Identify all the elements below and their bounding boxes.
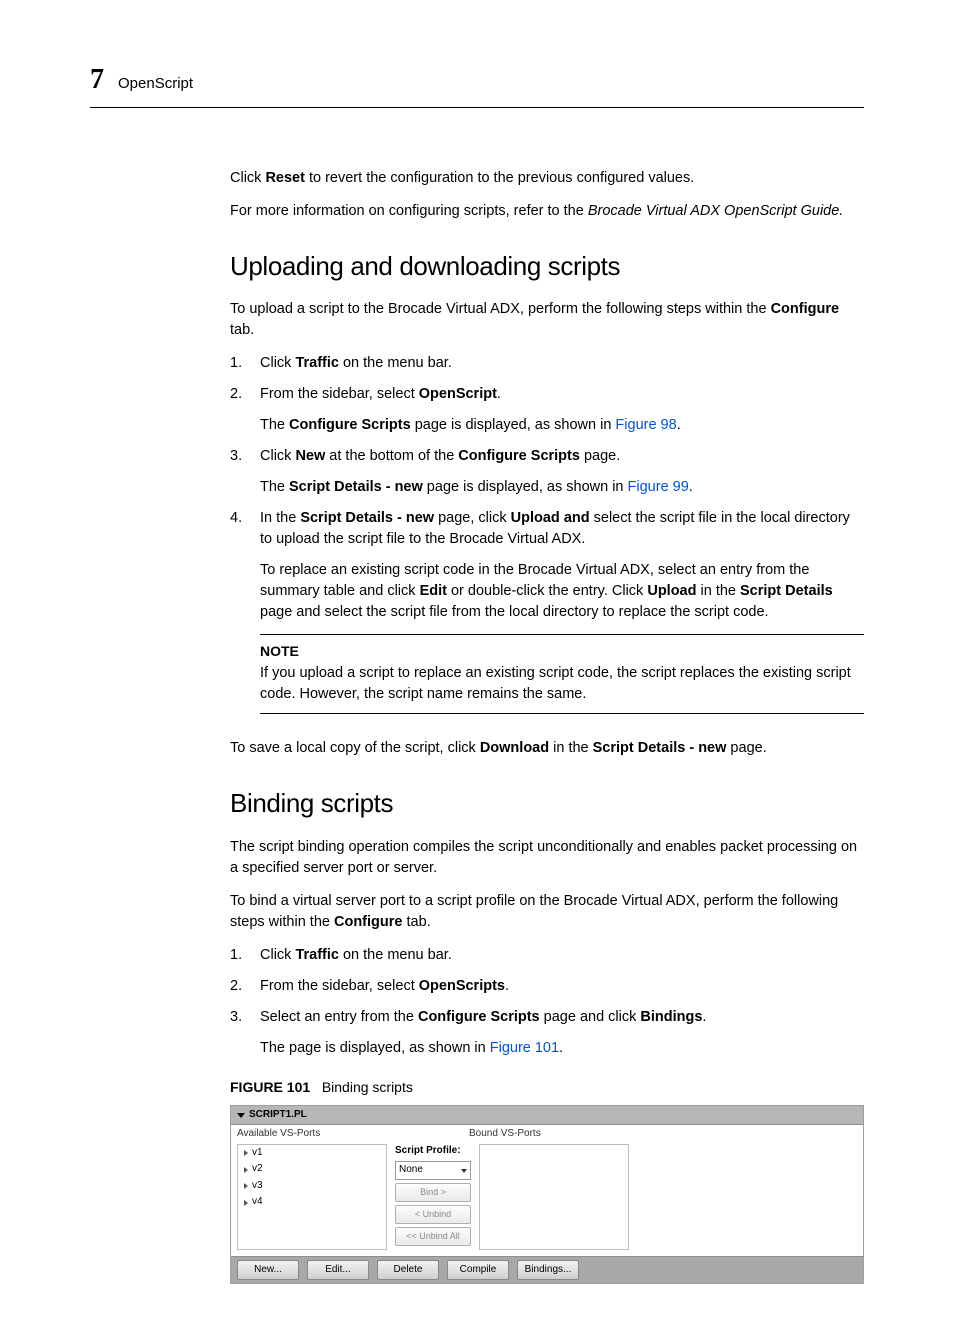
guide-title: Brocade Virtual ADX OpenScript Guide.: [588, 203, 844, 219]
list-item[interactable]: v1: [238, 1145, 386, 1162]
bindings-button[interactable]: Bindings...: [517, 1260, 579, 1281]
sec1-outro: To save a local copy of the script, clic…: [230, 738, 864, 759]
sec2-step1: 1. Click Traffic on the menu bar.: [230, 945, 864, 966]
sec1-step2: 2. From the sidebar, select OpenScript. …: [230, 384, 864, 436]
figure-99-link[interactable]: Figure 99: [628, 479, 689, 495]
script-profile-select[interactable]: None: [395, 1161, 471, 1180]
chevron-down-icon: [461, 1169, 467, 1173]
list-item[interactable]: v3: [238, 1178, 386, 1195]
chapter-number: 7: [90, 60, 104, 101]
binding-heading: Binding scripts: [230, 785, 864, 823]
script-profile-label: Script Profile:: [393, 1144, 461, 1159]
sec2-step3: 3. Select an entry from the Configure Sc…: [230, 1007, 864, 1059]
new-button[interactable]: New...: [237, 1260, 299, 1281]
sec1-intro: To upload a script to the Brocade Virtua…: [230, 299, 864, 341]
sec1-step4: 4. In the Script Details - new page, cli…: [230, 508, 864, 727]
figure-98-link[interactable]: Figure 98: [615, 417, 676, 433]
figure-caption: FIGURE 101 Binding scripts: [230, 1077, 864, 1097]
unbind-all-button[interactable]: << Unbind All: [395, 1227, 471, 1246]
sec1-step1: 1. Click Traffic on the menu bar.: [230, 353, 864, 374]
sec2-steps: 1. Click Traffic on the menu bar. 2. Fro…: [230, 945, 864, 1059]
note-label: NOTE: [260, 641, 864, 661]
available-list[interactable]: v1 v2 v3 v4: [237, 1144, 387, 1250]
chapter-title: OpenScript: [118, 73, 193, 95]
expand-icon: [244, 1183, 248, 1189]
figure-101-image: SCRIPT1.PL Available VS-Ports Bound VS-P…: [230, 1105, 864, 1285]
sec2-p1: The script binding operation compiles th…: [230, 837, 864, 879]
sec1-steps: 1. Click Traffic on the menu bar. 2. Fro…: [230, 353, 864, 727]
edit-button[interactable]: Edit...: [307, 1260, 369, 1281]
bound-label: Bound VS-Ports: [469, 1127, 541, 1142]
fig-panel-title: SCRIPT1.PL: [249, 1108, 307, 1123]
bound-list[interactable]: [479, 1144, 629, 1250]
sec2-p2: To bind a virtual server port to a scrip…: [230, 891, 864, 933]
unbind-button[interactable]: < Unbind: [395, 1205, 471, 1224]
sec2-step2: 2. From the sidebar, select OpenScripts.: [230, 976, 864, 997]
figure-title: Binding scripts: [322, 1079, 413, 1095]
uploading-heading: Uploading and downloading scripts: [230, 248, 864, 286]
fig-title-bar[interactable]: SCRIPT1.PL: [231, 1106, 863, 1126]
expand-icon: [244, 1200, 248, 1206]
intro-p2: For more information on configuring scri…: [230, 201, 864, 222]
page-content: Click Reset to revert the configuration …: [230, 168, 864, 1285]
figure-label: FIGURE 101: [230, 1079, 310, 1095]
fig-toolbar: New... Edit... Delete Compile Bindings..…: [231, 1256, 863, 1284]
note-block: NOTE If you upload a script to replace a…: [260, 634, 864, 714]
figure-101-link[interactable]: Figure 101: [490, 1040, 559, 1056]
reset-label: Reset: [265, 170, 305, 186]
expand-icon: [244, 1150, 248, 1156]
page-header: 7 OpenScript: [90, 60, 864, 108]
sec1-step3: 3. Click New at the bottom of the Config…: [230, 446, 864, 498]
intro-p1: Click Reset to revert the configuration …: [230, 168, 864, 189]
available-label: Available VS-Ports: [237, 1127, 469, 1142]
delete-button[interactable]: Delete: [377, 1260, 439, 1281]
note-body: If you upload a script to replace an exi…: [260, 663, 864, 705]
compile-button[interactable]: Compile: [447, 1260, 509, 1281]
list-item[interactable]: v2: [238, 1161, 386, 1178]
collapse-icon[interactable]: [237, 1113, 245, 1118]
expand-icon: [244, 1167, 248, 1173]
list-item[interactable]: v4: [238, 1194, 386, 1211]
bind-button[interactable]: Bind >: [395, 1183, 471, 1202]
